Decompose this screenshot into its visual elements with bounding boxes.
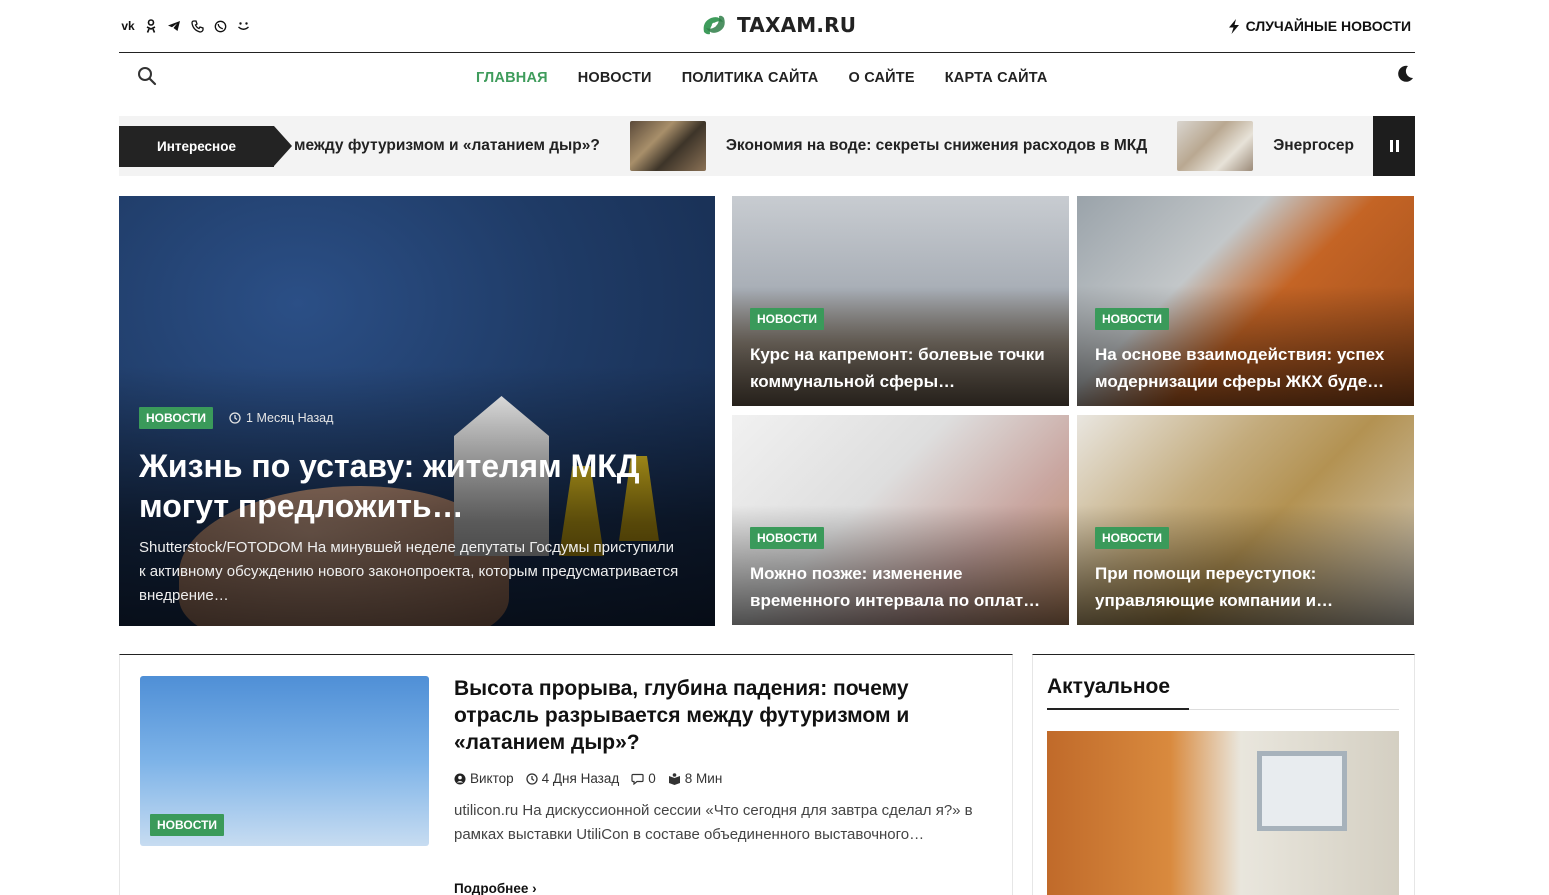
article-excerpt: utilicon.ru На дискуссионной сессии «Что… <box>454 802 973 843</box>
site-logo[interactable]: TAXAM.RU <box>699 10 856 40</box>
category-badge[interactable]: Новости <box>139 407 214 429</box>
book-icon <box>668 772 680 785</box>
card-title[interactable]: Можно позже: изменение временного интерв… <box>750 560 1060 614</box>
hero-time: 1 Месяц Назад <box>229 411 333 425</box>
article-author[interactable]: Виктор <box>454 771 514 786</box>
ticker-label: Интересное <box>119 126 292 167</box>
comment-icon <box>631 773 644 785</box>
article-thumbnail[interactable]: Новости <box>140 676 429 846</box>
search-icon[interactable] <box>137 66 157 86</box>
category-badge[interactable]: Новости <box>750 308 825 330</box>
sidebar-trending: Актуальное <box>1032 654 1415 895</box>
hero-title[interactable]: Жизнь по уставу: жителям МКД могут предл… <box>139 446 679 526</box>
ticker-pause-button[interactable] <box>1373 116 1415 176</box>
nav-item-about[interactable]: О сайте <box>848 70 914 86</box>
card-title[interactable]: На основе взаимодействия: успех модерниз… <box>1095 341 1405 395</box>
social-links: vk <box>121 18 250 34</box>
article-read-time: 8 Мин <box>668 771 723 786</box>
ticker-thumbnail[interactable] <box>629 121 706 171</box>
moon-icon[interactable] <box>1395 64 1415 84</box>
time-text: 4 Дня Назад <box>541 771 620 786</box>
nav-item-sitemap[interactable]: Карта сайта <box>945 70 1048 86</box>
nav-menu: Главная Новости Политика сайта О сайте К… <box>476 70 1048 86</box>
card-title[interactable]: Курс на капремонт: болевые точки коммуна… <box>750 341 1060 395</box>
comments-count: 0 <box>648 771 656 786</box>
read-time-text: 8 Мин <box>684 771 723 786</box>
nav-item-news[interactable]: Новости <box>578 70 652 86</box>
author-name: Виктор <box>470 771 514 786</box>
hero-excerpt: Shutterstock/FOTODOM На минувшей неделе … <box>139 539 679 604</box>
nav-item-home[interactable]: Главная <box>476 70 548 86</box>
article-meta: Виктор 4 Дня Назад 0 8 Мин <box>454 771 722 786</box>
nav-item-policy[interactable]: Политика сайта <box>682 70 819 86</box>
ticker-track: между футуризмом и «латанием дыр»? Эконо… <box>294 116 1354 176</box>
chevron-right-icon: › <box>532 881 537 895</box>
logo-text: TAXAM.RU <box>737 13 857 37</box>
article-time: 4 Дня Назад <box>526 771 620 786</box>
read-more-label: Подробнее <box>454 881 529 895</box>
vk-icon[interactable]: vk <box>121 18 135 34</box>
category-badge[interactable]: Новости <box>1095 308 1170 330</box>
news-card[interactable]: Новости При помощи переуступок: управляю… <box>1077 415 1414 625</box>
news-card[interactable]: Новости На основе взаимодействия: успех … <box>1077 196 1414 406</box>
clock-icon <box>229 412 241 424</box>
ticker-thumbnail[interactable] <box>1177 121 1254 171</box>
user-icon <box>454 773 466 784</box>
category-badge[interactable]: Новости <box>1095 527 1170 549</box>
ticker-item[interactable]: Энергосер <box>1273 137 1354 155</box>
news-card[interactable]: Новости Можно позже: изменение временног… <box>732 415 1069 625</box>
clock-icon <box>526 772 538 785</box>
lightning-icon <box>1228 18 1239 34</box>
hero-article[interactable]: Новости 1 Месяц Назад Жизнь по уставу: ж… <box>119 196 715 626</box>
hero-time-text: 1 Месяц Назад <box>246 411 334 425</box>
random-news-link[interactable]: Случайные новости <box>1228 18 1411 34</box>
ok-icon[interactable] <box>144 18 158 34</box>
article-title[interactable]: Высота прорыва, глубина падения: почему … <box>454 675 974 756</box>
category-badge[interactable]: Новости <box>750 527 825 549</box>
hero-meta: Новости 1 Месяц Назад <box>139 407 333 429</box>
main-nav: Главная Новости Политика сайта О сайте К… <box>119 54 1415 106</box>
viber-icon[interactable] <box>190 18 204 34</box>
sidebar-title: Актуальное <box>1047 675 1171 698</box>
top-bar: vk TAXAM.RU Случайные новости <box>119 0 1415 53</box>
article-comments[interactable]: 0 <box>631 771 656 786</box>
ticker-item[interactable]: между футуризмом и «латанием дыр»? <box>294 137 600 155</box>
read-more-link[interactable]: Подробнее › <box>454 881 537 895</box>
news-ticker: Интересное между футуризмом и «латанием … <box>119 116 1415 176</box>
whatsapp-icon[interactable] <box>213 18 227 34</box>
card-title[interactable]: При помощи переуступок: управляющие комп… <box>1095 560 1405 614</box>
random-news-label: Случайные новости <box>1245 18 1411 34</box>
article-list: Новости Высота прорыва, глубина падения:… <box>119 654 1013 895</box>
news-card[interactable]: Новости Курс на капремонт: болевые точки… <box>732 196 1069 406</box>
telegram-icon[interactable] <box>167 18 181 34</box>
ticker-item[interactable]: Экономия на воде: секреты снижения расхо… <box>726 137 1147 155</box>
sidebar-divider <box>1047 708 1399 710</box>
yandex-zen-icon[interactable] <box>236 18 250 34</box>
sidebar-featured-image[interactable] <box>1047 731 1399 895</box>
logo-icon <box>703 15 725 35</box>
category-badge[interactable]: Новости <box>150 814 225 836</box>
pause-icon-bar <box>1395 140 1399 152</box>
pause-icon <box>1389 140 1393 152</box>
